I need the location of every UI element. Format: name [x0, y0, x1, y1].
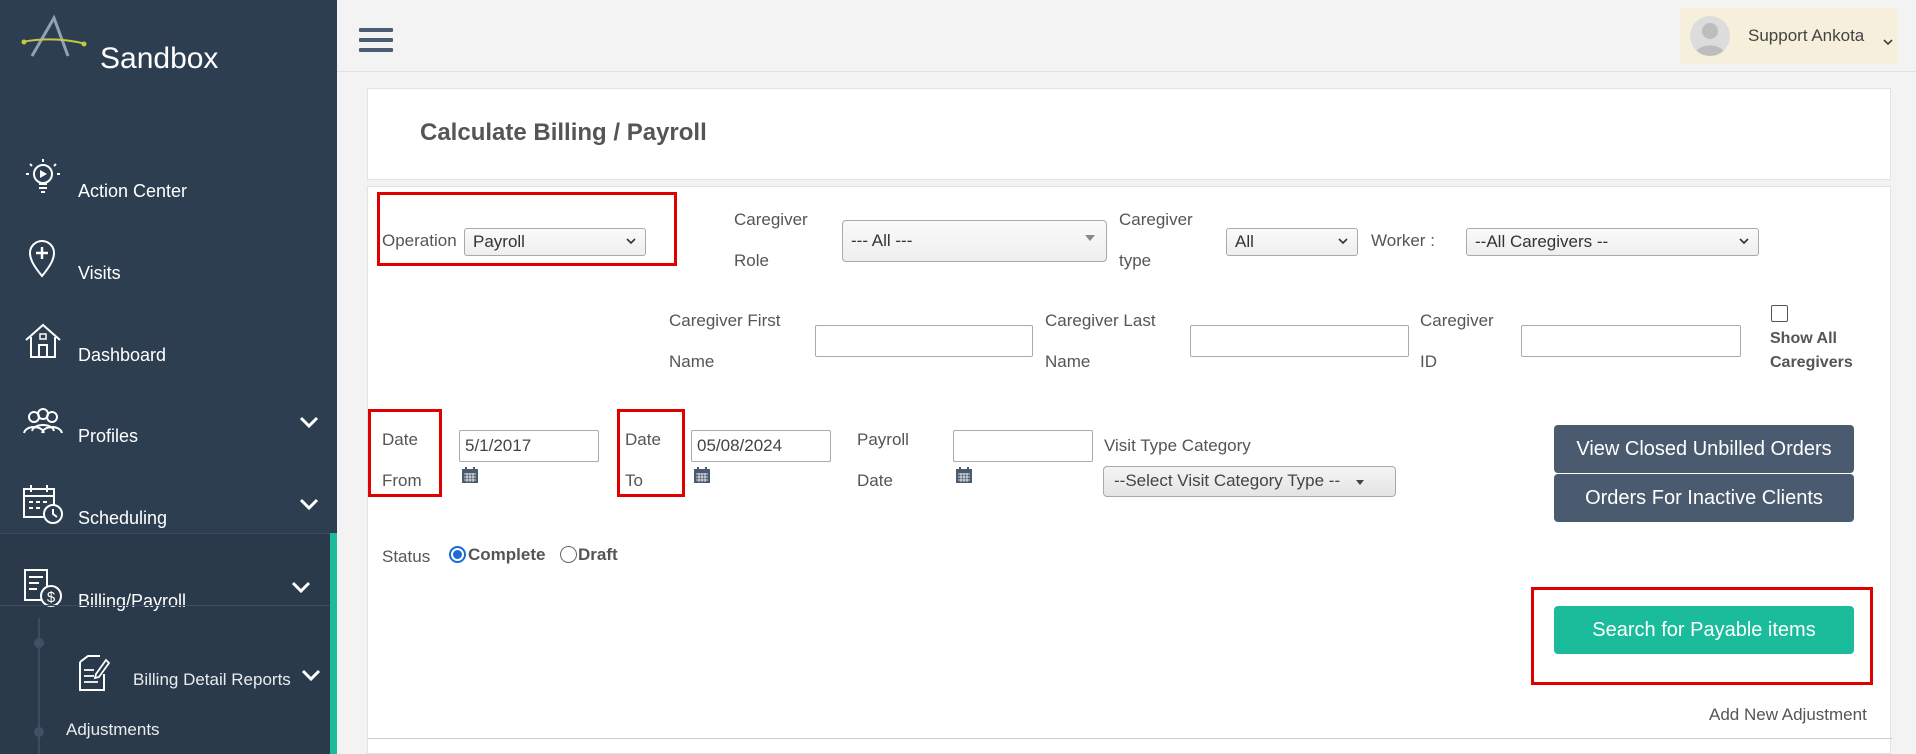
home-icon [25, 323, 61, 358]
user-menu[interactable]: Support Ankota [1680, 8, 1898, 64]
chevron-down-icon [299, 498, 319, 511]
lightbulb-icon [26, 159, 60, 193]
tree-dot [34, 638, 44, 648]
caregiver-id-label: ID [1420, 352, 1437, 371]
worker-select[interactable]: --All Caregivers -- [1466, 228, 1759, 256]
chevron-down-icon [1338, 238, 1348, 245]
map-pin-plus-icon [28, 240, 56, 278]
worker-label: Worker : [1371, 231, 1435, 250]
chevron-down-icon [291, 581, 311, 594]
sidebar-item-action-center[interactable]: Action Center [0, 148, 337, 208]
user-name: Support Ankota [1748, 26, 1865, 45]
calendar-icon[interactable] [461, 466, 479, 484]
logo-icon [21, 14, 87, 57]
chevron-down-icon [1883, 39, 1893, 46]
show-all-caregivers-checkbox[interactable] [1771, 305, 1788, 322]
document-edit-icon [79, 655, 110, 691]
billing-dollar-icon: $ [24, 569, 62, 607]
caregiver-id-input[interactable] [1521, 325, 1741, 357]
chevron-down-icon [626, 238, 636, 245]
title-panel: Calculate Billing / Payroll [367, 88, 1891, 180]
caregiver-role-select-value: --- All --- [851, 231, 913, 250]
sidebar-item-label: Dashboard [78, 345, 167, 365]
svg-text:$: $ [47, 589, 56, 606]
caregiver-first-name-input[interactable] [815, 325, 1033, 357]
sidebar-subitem-adjustments[interactable]: Adjustments [66, 720, 160, 740]
page-title: Calculate Billing / Payroll [420, 119, 707, 146]
date-to-input[interactable] [691, 430, 831, 462]
caregiver-last-name-input[interactable] [1190, 325, 1409, 357]
sidebar-subitem-label: Billing Detail Reports [133, 670, 291, 689]
date-from-label: Date [382, 430, 418, 449]
worker-select-value: --All Caregivers -- [1475, 232, 1609, 251]
sidebar-item-label: Billing/Payroll [78, 591, 187, 611]
caregiver-id-label: Caregiver [1420, 311, 1494, 330]
divider [0, 605, 330, 606]
caret-down-icon [1356, 480, 1364, 485]
orders-for-inactive-clients-button[interactable]: Orders For Inactive Clients [1554, 474, 1854, 522]
add-new-adjustment-link[interactable]: Add New Adjustment [1709, 705, 1867, 725]
sidebar-item-dashboard[interactable]: Dashboard [0, 312, 337, 372]
operation-select-value: Payroll [473, 232, 525, 251]
sidebar-item-visits[interactable]: Visits [0, 230, 337, 290]
visit-type-category-select-value: --Select Visit Category Type -- [1114, 471, 1341, 490]
brand-name: Sandbox [100, 42, 219, 75]
divider [368, 738, 1892, 739]
sidebar-item-label: Visits [78, 263, 121, 283]
date-from-input[interactable] [459, 430, 599, 462]
date-from-label: From [382, 471, 422, 490]
operation-label: Operation [382, 231, 457, 250]
sidebar-item-scheduling[interactable]: Scheduling [0, 475, 337, 535]
menu-icon[interactable] [359, 28, 393, 56]
caregiver-last-name-label: Name [1045, 352, 1091, 371]
caregiver-type-label: type [1119, 251, 1152, 270]
sidebar-item-label: Profiles [78, 426, 139, 446]
sidebar-subitem-label: Adjustments [66, 720, 160, 739]
show-all-caregivers-label: Caregivers [1770, 354, 1853, 371]
status-draft-radio[interactable] [560, 546, 577, 563]
caregiver-first-name-label: Caregiver First [669, 311, 781, 330]
calendar-clock-icon [23, 485, 63, 524]
status-complete-radio[interactable] [449, 546, 466, 563]
caregiver-role-label: Caregiver [734, 210, 808, 229]
chevron-down-icon [299, 416, 319, 429]
show-all-caregivers-label: Show All [1770, 330, 1837, 347]
date-to-label: To [625, 471, 643, 490]
visit-type-category-select[interactable]: --Select Visit Category Type -- [1103, 466, 1396, 497]
visit-type-category-label: Visit Type Category [1104, 436, 1251, 455]
sidebar-subitem-billing-detail-reports[interactable]: Billing Detail Reports [78, 654, 330, 696]
payroll-date-label: Date [857, 471, 893, 490]
sidebar: Sandbox Action Center Visits Dashboard P… [0, 0, 337, 754]
caregiver-role-label: Role [734, 251, 769, 270]
calendar-icon[interactable] [955, 466, 973, 484]
calendar-icon[interactable] [693, 466, 711, 484]
avatar [1690, 16, 1730, 56]
chevron-down-icon [1739, 238, 1749, 245]
status-draft-label: Draft [578, 545, 618, 564]
payroll-date-input[interactable] [953, 430, 1093, 462]
search-payable-items-button[interactable]: Search for Payable items [1554, 606, 1854, 654]
sidebar-item-profiles[interactable]: Profiles [0, 393, 337, 453]
sidebar-item-label: Scheduling [78, 508, 168, 528]
status-complete-label: Complete [468, 545, 546, 564]
view-closed-unbilled-orders-button[interactable]: View Closed Unbilled Orders [1554, 425, 1854, 473]
caregiver-first-name-label: Name [669, 352, 715, 371]
caregiver-type-label: Caregiver [1119, 210, 1193, 229]
sidebar-item-label: Action Center [78, 181, 188, 201]
caregiver-type-select[interactable]: All [1226, 228, 1358, 256]
sidebar-item-billing-payroll[interactable]: $ Billing/Payroll [0, 558, 337, 618]
tree-dot [34, 727, 44, 737]
date-to-label: Date [625, 430, 661, 449]
caret-down-icon [1085, 235, 1095, 241]
top-header: Support Ankota [337, 0, 1916, 72]
people-group-icon [23, 408, 63, 434]
status-label: Status [382, 547, 431, 566]
caregiver-type-select-value: All [1235, 232, 1254, 251]
caregiver-role-select[interactable]: --- All --- [842, 220, 1107, 262]
payroll-date-label: Payroll [857, 430, 909, 449]
operation-select[interactable]: Payroll [464, 228, 646, 256]
chevron-down-icon [301, 669, 321, 682]
caregiver-last-name-label: Caregiver Last [1045, 311, 1156, 330]
